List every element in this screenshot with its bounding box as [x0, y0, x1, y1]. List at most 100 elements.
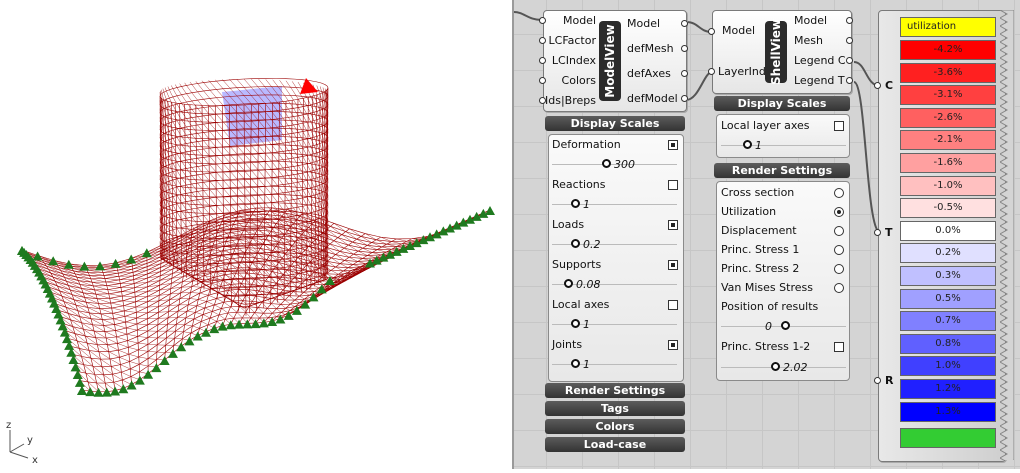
mv-out-model: Model	[627, 17, 661, 30]
legend-input-grip-r[interactable]	[874, 377, 881, 384]
legend-swatch: 0.8%	[900, 333, 996, 354]
mv-output-grip-defmesh[interactable]	[681, 45, 688, 52]
mv-reactions-knob[interactable]	[571, 199, 580, 208]
mv-input-grip-lcindex[interactable]	[539, 57, 546, 64]
sv-in-model: Model	[722, 24, 756, 37]
mv-deformation-slider[interactable]: 300	[552, 158, 677, 171]
legend-footer-swatch	[900, 428, 996, 448]
mv-joints-checkbox[interactable]	[668, 340, 678, 350]
mv-input-grip-model[interactable]	[539, 17, 546, 24]
legend-swatch: 0.3%	[900, 266, 996, 286]
mv-input-grip-lcfactor[interactable]	[539, 37, 546, 44]
mv-loadcase-bar[interactable]: Load-case	[545, 437, 685, 452]
mv-loads-value: 0.2	[583, 238, 601, 251]
mv-loads-label: Loads	[552, 218, 585, 231]
legend-swatch: 1.2%	[900, 379, 996, 399]
mv-deformation-checkbox[interactable]	[668, 140, 678, 150]
mv-supports-checkbox[interactable]	[668, 260, 678, 270]
sv-input-grip-model[interactable]	[708, 28, 715, 35]
legend-swatch: 0.5%	[900, 288, 996, 309]
mv-joints-label: Joints	[552, 338, 583, 351]
sv-option-princ-stress-2-radio[interactable]	[834, 264, 844, 274]
sv-output-grip-mesh[interactable]	[846, 37, 853, 44]
mv-in-colors: Colors	[561, 74, 596, 87]
sv-input-grip-layerind[interactable]	[708, 68, 715, 75]
mv-output-grip-defmodel[interactable]	[681, 95, 688, 102]
axis-gizmo	[9, 430, 29, 459]
mv-input-grip-ids[interactable]	[539, 97, 546, 104]
mv-render-settings-bar[interactable]: Render Settings	[545, 383, 685, 398]
modelview-nickname[interactable]: ModelView	[599, 21, 621, 101]
legend-zigzag-edge	[1000, 10, 1014, 460]
mv-out-defaxes: defAxes	[627, 67, 671, 80]
legend-swatch: -2.6%	[900, 107, 996, 128]
mv-reactions-checkbox[interactable]	[668, 180, 678, 190]
sv-option-utilization-radio[interactable]	[834, 207, 844, 217]
sv-local-layer-axes-checkbox[interactable]	[834, 121, 844, 131]
mv-supports-slider[interactable]: 0.08	[552, 278, 677, 291]
sv-princ-stress-12-slider[interactable]: 2.02	[721, 361, 846, 374]
mv-joints-knob[interactable]	[571, 359, 580, 368]
sv-option-cross-section-label: Cross section	[721, 186, 795, 199]
mv-in-ids-breps: Ids|Breps	[545, 94, 596, 107]
modelview-title: ModelView	[603, 24, 617, 98]
mv-output-grip-model[interactable]	[681, 20, 688, 27]
mv-local-axes-slider[interactable]: 1	[552, 318, 677, 331]
sv-display-scales-bar[interactable]: Display Scales	[714, 96, 850, 111]
sv-option-displacement-label: Displacement	[721, 224, 797, 237]
sv-output-grip-model[interactable]	[846, 17, 853, 24]
sv-local-layer-axes-slider[interactable]: 1	[721, 139, 846, 152]
legend-swatch: -0.5%	[900, 198, 996, 219]
sv-position-of-results-label: Position of results	[721, 300, 819, 313]
legend-swatch: -3.1%	[900, 85, 996, 106]
mv-loads-knob[interactable]	[571, 239, 580, 248]
legend-swatch: 0.0%	[900, 220, 996, 241]
legend-in-r: R	[885, 374, 894, 387]
mv-deformation-value: 300	[614, 158, 635, 171]
legend-title: utilization	[900, 17, 996, 37]
mv-local-axes-value: 1	[583, 318, 590, 331]
sv-local-layer-axes-value: 1	[755, 139, 762, 152]
mv-colors-bar[interactable]: Colors	[545, 419, 685, 434]
mv-deformation-knob[interactable]	[602, 159, 611, 168]
legend-input-grip-t[interactable]	[874, 229, 881, 236]
legend-swatch: -3.6%	[900, 62, 996, 83]
sv-option-princ-stress-2-label: Princ. Stress 2	[721, 262, 800, 275]
mv-display-scales-bar[interactable]: Display Scales	[545, 116, 685, 131]
mv-in-model: Model	[562, 14, 596, 27]
shellview-nickname[interactable]: ShellView	[765, 19, 787, 85]
sv-option-princ-stress-1-radio[interactable]	[834, 245, 844, 255]
sv-output-grip-legend-t[interactable]	[846, 77, 853, 84]
mv-input-grip-colors[interactable]	[539, 77, 546, 84]
sv-out-legend-c: Legend C	[794, 54, 846, 67]
axis-z-label: z	[6, 420, 11, 431]
sv-render-settings-bar[interactable]: Render Settings	[714, 163, 850, 178]
legend-input-grip-c[interactable]	[874, 82, 881, 89]
sv-out-legend-t: Legend T	[794, 74, 845, 87]
mv-output-grip-defaxes[interactable]	[681, 70, 688, 77]
mv-joints-slider[interactable]: 1	[552, 358, 677, 371]
sv-local-layer-axes-label: Local layer axes	[721, 119, 810, 132]
grasshopper-canvas[interactable]: ModelView Model LCFactor LCIndex Colors …	[514, 0, 1020, 469]
sv-position-of-results-slider[interactable]: 0	[721, 320, 846, 333]
sv-princ-stress-12-checkbox[interactable]	[834, 342, 844, 352]
mv-local-axes-checkbox[interactable]	[668, 300, 678, 310]
sv-option-cross-section-radio[interactable]	[834, 188, 844, 198]
mv-reactions-value: 1	[583, 198, 590, 211]
shell-model-render: z y x	[6, 78, 495, 466]
legend-swatch: 1.3%	[900, 401, 996, 422]
mv-reactions-slider[interactable]: 1	[552, 198, 677, 211]
mv-out-defmodel: defModel	[627, 92, 678, 105]
sv-option-displacement-radio[interactable]	[834, 226, 844, 236]
mv-supports-knob[interactable]	[564, 279, 573, 288]
mv-loads-checkbox[interactable]	[668, 220, 678, 230]
mv-tags-bar[interactable]: Tags	[545, 401, 685, 416]
mv-loads-slider[interactable]: 0.2	[552, 238, 677, 251]
rhino-viewport[interactable]: z y x	[0, 0, 512, 469]
axis-y-label: y	[27, 435, 33, 446]
mv-local-axes-label: Local axes	[552, 298, 610, 311]
sv-in-layerind: LayerInd	[718, 65, 766, 78]
sv-output-grip-legend-c[interactable]	[846, 57, 853, 64]
sv-option-van-mises-stress-radio[interactable]	[834, 283, 844, 293]
mv-local-axes-knob[interactable]	[571, 319, 580, 328]
